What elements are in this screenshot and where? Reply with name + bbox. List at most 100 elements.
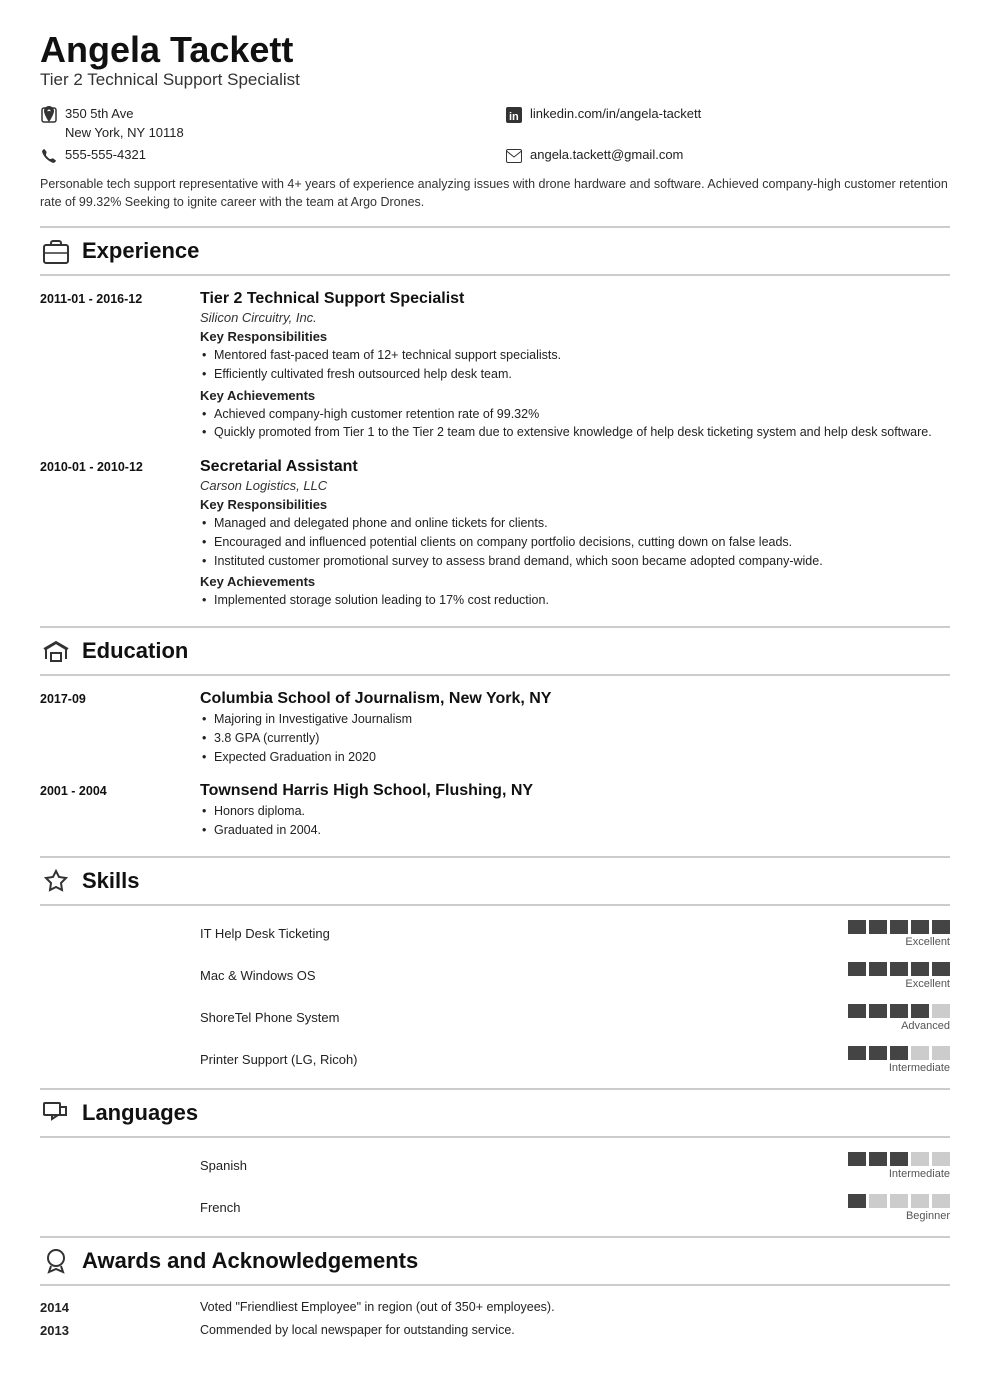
skill-bar-block xyxy=(911,920,929,934)
linkedin-url: linkedin.com/in/angela-tackett xyxy=(530,104,701,124)
award-entry: 2013 Commended by local newspaper for ou… xyxy=(40,1323,950,1338)
awards-title: Awards and Acknowledgements xyxy=(82,1248,418,1274)
list-item: Honors diploma. xyxy=(200,802,950,821)
languages-icon xyxy=(40,1097,72,1129)
skill-bar-wrap: Excellent xyxy=(848,962,950,990)
skill-bar-block xyxy=(869,920,887,934)
award-year: 2014 xyxy=(40,1300,180,1315)
skill-bar-block xyxy=(869,962,887,976)
education-entry: 2017-09 Columbia School of Journalism, N… xyxy=(40,690,950,766)
email-icon xyxy=(505,147,523,165)
entry-content: Secretarial Assistant Carson Logistics, … xyxy=(200,458,950,610)
skill-bar-block xyxy=(911,1046,929,1060)
job-title: Tier 2 Technical Support Specialist xyxy=(200,290,950,308)
achievements-label: Key Achievements xyxy=(200,388,950,403)
lang-level: Intermediate xyxy=(889,1168,950,1180)
achievements-label: Key Achievements xyxy=(200,574,950,589)
experience-entry: 2011-01 - 2016-12 Tier 2 Technical Suppo… xyxy=(40,290,950,442)
responsibilities-list: Mentored fast-paced team of 12+ technica… xyxy=(200,346,950,384)
list-item: Expected Graduation in 2020 xyxy=(200,748,950,767)
list-item: Encouraged and influenced potential clie… xyxy=(200,533,950,552)
skill-bar-block xyxy=(932,1194,950,1208)
experience-section-header: Experience xyxy=(40,226,950,276)
skill-bar-block xyxy=(932,1152,950,1166)
header: Angela Tackett Tier 2 Technical Support … xyxy=(40,30,950,165)
skill-bar-block xyxy=(890,920,908,934)
company-name: Silicon Circuitry, Inc. xyxy=(200,310,950,325)
entry-content: Tier 2 Technical Support Specialist Sili… xyxy=(200,290,950,442)
list-item: Efficiently cultivated fresh outsourced … xyxy=(200,365,950,384)
skill-name: IT Help Desk Ticketing xyxy=(200,926,828,941)
contact-address: 350 5th Ave New York, NY 10118 xyxy=(40,104,485,143)
skill-entry: Printer Support (LG, Ricoh) Intermediate xyxy=(40,1046,950,1074)
skill-level: Excellent xyxy=(905,978,950,990)
experience-list: 2011-01 - 2016-12 Tier 2 Technical Suppo… xyxy=(40,290,950,610)
school-details-list: Honors diploma.Graduated in 2004. xyxy=(200,802,950,840)
list-item: Achieved company-high customer retention… xyxy=(200,405,950,424)
candidate-name: Angela Tackett xyxy=(40,30,950,70)
skill-name: ShoreTel Phone System xyxy=(200,1010,828,1025)
skill-name: Printer Support (LG, Ricoh) xyxy=(200,1052,828,1067)
list-item: Graduated in 2004. xyxy=(200,821,950,840)
skill-bar-block xyxy=(890,1046,908,1060)
skill-bar-block xyxy=(869,1004,887,1018)
skill-bars xyxy=(848,920,950,934)
skill-bar-block xyxy=(911,1194,929,1208)
skill-bar-block xyxy=(890,1004,908,1018)
skill-bar-block xyxy=(848,920,866,934)
skill-bar-block xyxy=(869,1194,887,1208)
skill-bar-block xyxy=(848,1194,866,1208)
list-item: Mentored fast-paced team of 12+ technica… xyxy=(200,346,950,365)
lang-level: Beginner xyxy=(906,1210,950,1222)
award-entry: 2014 Voted "Friendliest Employee" in reg… xyxy=(40,1300,950,1315)
skill-bar-block xyxy=(911,1152,929,1166)
achievements-list: Implemented storage solution leading to … xyxy=(200,591,950,610)
skills-icon xyxy=(40,865,72,897)
skill-bar-block xyxy=(911,962,929,976)
skill-bars xyxy=(848,962,950,976)
entry-date: 2001 - 2004 xyxy=(40,782,180,840)
school-name: Townsend Harris High School, Flushing, N… xyxy=(200,782,950,800)
award-text: Voted "Friendliest Employee" in region (… xyxy=(200,1300,950,1315)
skills-title: Skills xyxy=(82,868,139,894)
language-name: French xyxy=(200,1200,828,1215)
skill-level: Excellent xyxy=(905,936,950,948)
lang-bar-wrap: Intermediate xyxy=(848,1152,950,1180)
job-title: Secretarial Assistant xyxy=(200,458,950,476)
address-text: 350 5th Ave New York, NY 10118 xyxy=(65,104,184,143)
skill-bar-wrap: Intermediate xyxy=(848,1046,950,1074)
skill-bars xyxy=(848,1046,950,1060)
education-entry: 2001 - 2004 Townsend Harris High School,… xyxy=(40,782,950,840)
responsibilities-label: Key Responsibilities xyxy=(200,497,950,512)
awards-icon xyxy=(40,1245,72,1277)
awards-list: 2014 Voted "Friendliest Employee" in reg… xyxy=(40,1300,950,1338)
phone-text: 555-555-4321 xyxy=(65,145,146,165)
skills-list: IT Help Desk Ticketing Excellent Mac & W… xyxy=(40,920,950,1074)
education-title: Education xyxy=(82,638,188,664)
entry-date: 2011-01 - 2016-12 xyxy=(40,290,180,442)
svg-text:in: in xyxy=(509,111,519,123)
skill-level: Advanced xyxy=(901,1020,950,1032)
language-name: Spanish xyxy=(200,1158,828,1173)
contact-grid: 350 5th Ave New York, NY 10118 in linked… xyxy=(40,104,950,165)
skill-bar-block xyxy=(890,962,908,976)
entry-content: Columbia School of Journalism, New York,… xyxy=(200,690,950,766)
list-item: Implemented storage solution leading to … xyxy=(200,591,950,610)
skill-bar-block xyxy=(869,1152,887,1166)
skill-bars xyxy=(848,1004,950,1018)
list-item: Managed and delegated phone and online t… xyxy=(200,514,950,533)
entry-date: 2017-09 xyxy=(40,690,180,766)
lang-bars xyxy=(848,1194,950,1208)
list-item: Quickly promoted from Tier 1 to the Tier… xyxy=(200,423,950,442)
skill-entry: ShoreTel Phone System Advanced xyxy=(40,1004,950,1032)
language-entry: French Beginner xyxy=(40,1194,950,1222)
skill-bar-block xyxy=(890,1152,908,1166)
award-year: 2013 xyxy=(40,1323,180,1338)
education-list: 2017-09 Columbia School of Journalism, N… xyxy=(40,690,950,840)
summary-text: Personable tech support representative w… xyxy=(40,175,950,213)
skill-bar-block xyxy=(890,1194,908,1208)
skill-bar-block xyxy=(848,1004,866,1018)
skill-bar-block xyxy=(932,962,950,976)
experience-icon xyxy=(40,235,72,267)
languages-section-header: Languages xyxy=(40,1088,950,1138)
